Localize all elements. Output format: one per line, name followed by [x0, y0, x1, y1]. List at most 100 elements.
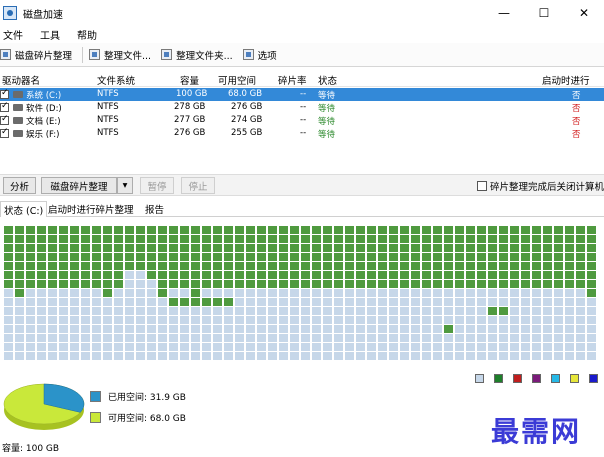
- cluster-block: [191, 253, 200, 261]
- col-capacity[interactable]: 容量: [180, 73, 199, 87]
- cluster-block: [543, 244, 552, 252]
- cluster-block: [312, 262, 321, 270]
- cluster-block: [378, 271, 387, 279]
- cluster-block: [235, 343, 244, 351]
- legend-free: 可用空间: 68.0 GB: [90, 411, 186, 424]
- cluster-block: [576, 334, 585, 342]
- menu-tools[interactable]: 工具: [40, 27, 60, 42]
- cluster-block: [323, 298, 332, 306]
- cluster-block: [4, 289, 13, 297]
- cluster-block: [312, 343, 321, 351]
- col-drive-name[interactable]: 驱动器名: [2, 73, 40, 87]
- toolbar-options-button[interactable]: 选项: [242, 48, 277, 62]
- shutdown-option[interactable]: 碎片整理完成后关闭计算机: [476, 179, 604, 193]
- cluster-block: [488, 307, 497, 315]
- cluster-block: [323, 244, 332, 252]
- col-filesystem[interactable]: 文件系统: [97, 73, 135, 87]
- col-free-space[interactable]: 可用空间: [218, 73, 256, 87]
- toolbar-defrag-folder-button[interactable]: 整理文件夹...: [161, 48, 233, 62]
- drive-checkbox[interactable]: [0, 114, 9, 125]
- stop-button[interactable]: 停止: [181, 177, 215, 194]
- cluster-block: [92, 289, 101, 297]
- cluster-block: [213, 244, 222, 252]
- cluster-block: [466, 235, 475, 243]
- cluster-block: [378, 316, 387, 324]
- cluster-block: [15, 307, 24, 315]
- cluster-block: [499, 289, 508, 297]
- cluster-block: [136, 316, 145, 324]
- cluster-block: [576, 289, 585, 297]
- cluster-block: [543, 316, 552, 324]
- legend-swatch: [513, 374, 522, 383]
- toolbar-defrag-button[interactable]: 磁盘碎片整理: [0, 48, 72, 62]
- cluster-block: [235, 262, 244, 270]
- close-button[interactable]: ✕: [564, 0, 604, 26]
- cluster-block: [411, 226, 420, 234]
- cluster-block: [191, 262, 200, 270]
- cluster-block: [587, 280, 596, 288]
- col-frag-rate[interactable]: 碎片率: [278, 73, 307, 87]
- defrag-dropdown-button[interactable]: ▾: [117, 177, 133, 194]
- cluster-block: [510, 262, 519, 270]
- cluster-block: [532, 352, 541, 360]
- cluster-block: [202, 289, 211, 297]
- drive-row[interactable]: 系统 (C:) NTFS 100 GB 68.0 GB -- 等待 否: [0, 88, 604, 101]
- cluster-block: [70, 325, 79, 333]
- cluster-block: [48, 334, 57, 342]
- cluster-block: [510, 325, 519, 333]
- cluster-block: [554, 244, 563, 252]
- cluster-block: [268, 307, 277, 315]
- cluster-block: [246, 226, 255, 234]
- legend-swatch: [494, 374, 503, 383]
- cluster-block: [37, 316, 46, 324]
- cluster-block: [301, 307, 310, 315]
- cluster-block: [169, 334, 178, 342]
- cluster-block: [81, 298, 90, 306]
- cluster-block: [367, 235, 376, 243]
- cluster-block: [290, 307, 299, 315]
- defrag-button[interactable]: 磁盘碎片整理: [41, 177, 117, 194]
- cluster-block: [466, 307, 475, 315]
- tab-boot-defrag[interactable]: 启动时进行碎片整理: [45, 201, 137, 217]
- drive-checkbox[interactable]: [0, 88, 9, 99]
- cluster-block: [235, 226, 244, 234]
- cluster-block: [158, 334, 167, 342]
- cluster-block: [301, 325, 310, 333]
- cluster-block: [4, 352, 13, 360]
- drive-row[interactable]: 娱乐 (F:) NTFS 276 GB 255 GB -- 等待 否: [0, 127, 604, 140]
- toolbar-defrag-file-button[interactable]: 整理文件...: [89, 48, 151, 62]
- cluster-block: [367, 343, 376, 351]
- menu-help[interactable]: 帮助: [77, 27, 97, 42]
- drive-checkbox[interactable]: [0, 101, 9, 112]
- cluster-block: [543, 226, 552, 234]
- minimize-button[interactable]: —: [484, 0, 524, 26]
- col-status[interactable]: 状态: [318, 73, 337, 87]
- analyze-button[interactable]: 分析: [3, 177, 36, 194]
- cluster-block: [4, 316, 13, 324]
- cluster-block: [158, 262, 167, 270]
- maximize-button[interactable]: ☐: [524, 0, 564, 26]
- cluster-block: [235, 325, 244, 333]
- cluster-block: [125, 235, 134, 243]
- tab-report[interactable]: 报告: [142, 201, 167, 217]
- drive-row[interactable]: 软件 (D:) NTFS 278 GB 276 GB -- 等待 否: [0, 101, 604, 114]
- cluster-block: [466, 280, 475, 288]
- cluster-block: [543, 334, 552, 342]
- cluster-block: [323, 253, 332, 261]
- window-title: 磁盘加速: [23, 9, 63, 21]
- toolbar: 磁盘碎片整理 整理文件... 整理文件夹... 选项: [0, 43, 604, 67]
- tab-status[interactable]: 状态 (C:): [0, 201, 48, 217]
- pause-button[interactable]: 暂停: [140, 177, 174, 194]
- shutdown-checkbox[interactable]: [476, 181, 487, 191]
- cluster-block: [15, 244, 24, 252]
- cluster-block: [92, 244, 101, 252]
- cluster-block: [488, 298, 497, 306]
- cluster-block: [301, 343, 310, 351]
- cluster-block: [37, 325, 46, 333]
- cluster-block: [257, 298, 266, 306]
- drive-row[interactable]: 文档 (E:) NTFS 277 GB 274 GB -- 等待 否: [0, 114, 604, 127]
- cluster-block: [4, 298, 13, 306]
- cluster-block: [81, 280, 90, 288]
- drive-checkbox[interactable]: [0, 127, 9, 138]
- menu-file[interactable]: 文件: [3, 27, 23, 42]
